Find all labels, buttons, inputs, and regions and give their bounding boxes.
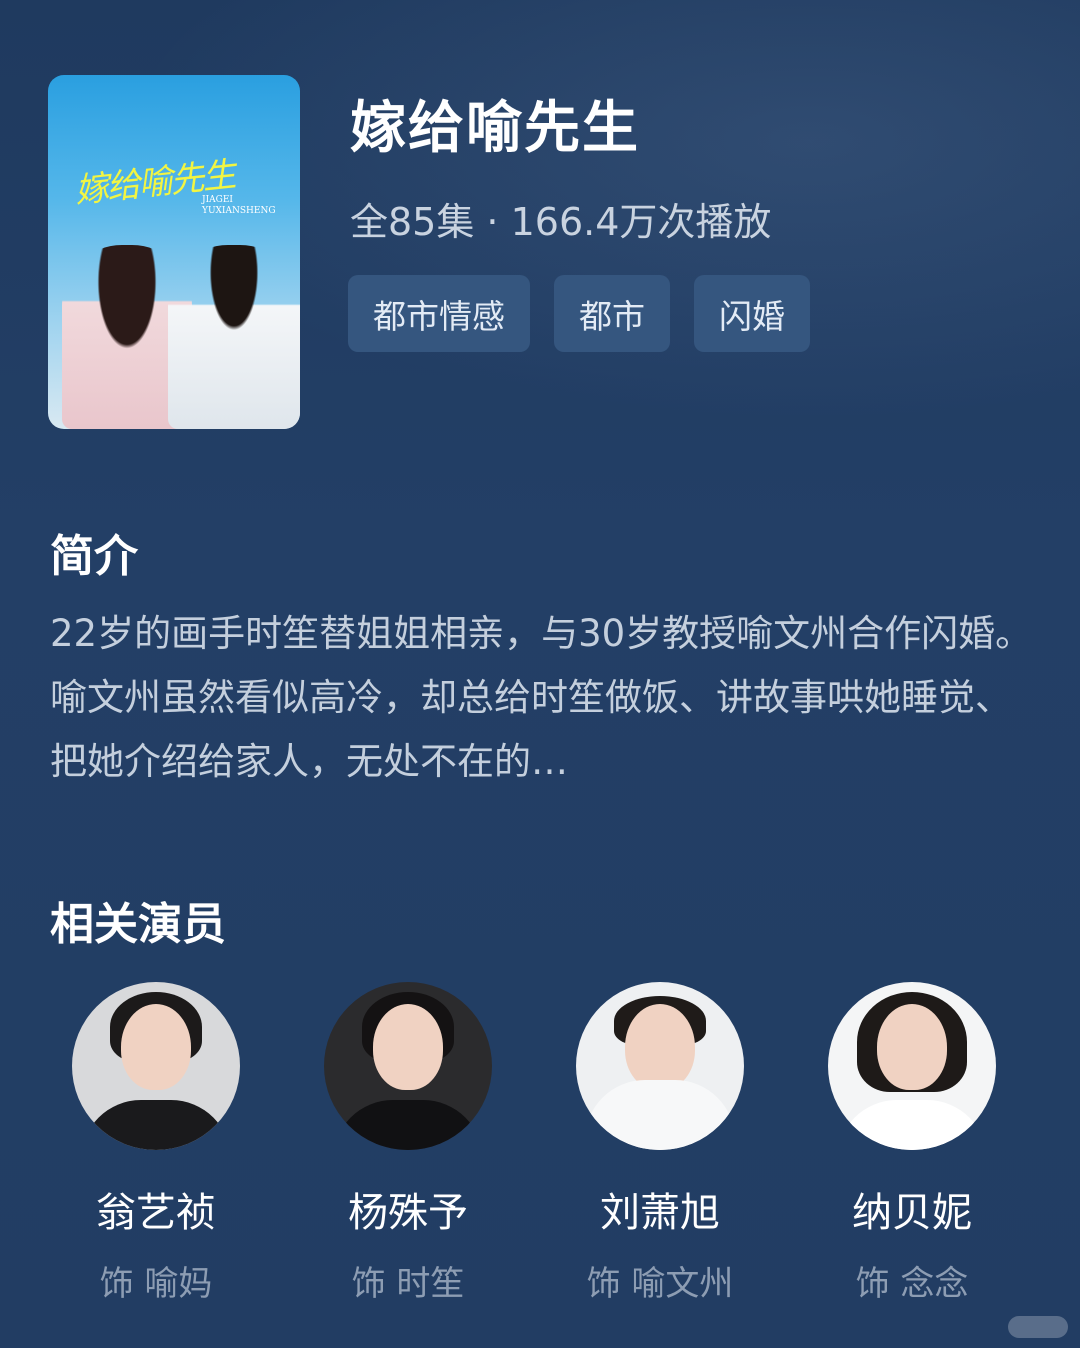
cast-role: 饰 时笙 xyxy=(351,1264,465,1304)
tag-urban[interactable]: 都市 xyxy=(554,275,670,352)
drama-header: 嫁给喻先生 JIAGEI YUXIANSHENG 嫁给喻先生 全85集 · 16… xyxy=(48,75,1032,430)
tag-urban-romance[interactable]: 都市情感 xyxy=(348,275,530,352)
cast-name: 翁艺祯 xyxy=(96,1190,216,1236)
tag-flash-marriage[interactable]: 闪婚 xyxy=(694,275,810,352)
avatar[interactable] xyxy=(828,982,996,1150)
drama-title: 嫁给喻先生 xyxy=(350,96,640,161)
watermark xyxy=(1008,1316,1068,1338)
cast-member[interactable]: 纳贝妮 饰 念念 xyxy=(786,982,1038,1305)
intro-heading: 简介 xyxy=(50,531,138,582)
cast-name: 刘萧旭 xyxy=(600,1190,720,1236)
poster-figure-male xyxy=(168,245,300,429)
drama-meta: 全85集 · 166.4万次播放 xyxy=(350,200,772,244)
intro-text[interactable]: 22岁的画手时笙替姐姐相亲，与30岁教授喻文州合作闪婚。喻文州虽然看似高冷，却总… xyxy=(50,602,1035,794)
cast-list: 翁艺祯 饰 喻妈 杨殊予 饰 时笙 刘萧旭 饰 喻文州 纳贝妮 饰 念念 xyxy=(30,982,1040,1305)
cast-heading: 相关演员 xyxy=(50,899,226,950)
avatar[interactable] xyxy=(324,982,492,1150)
tag-list: 都市情感 都市 闪婚 xyxy=(348,275,810,352)
cast-member[interactable]: 刘萧旭 饰 喻文州 xyxy=(534,982,786,1305)
poster-subtitle: JIAGEI YUXIANSHENG xyxy=(202,195,276,216)
cast-role: 饰 念念 xyxy=(855,1264,969,1304)
cast-role: 饰 喻文州 xyxy=(586,1264,734,1304)
cast-role: 饰 喻妈 xyxy=(99,1264,213,1304)
drama-poster[interactable]: 嫁给喻先生 JIAGEI YUXIANSHENG xyxy=(48,75,300,429)
avatar[interactable] xyxy=(576,982,744,1150)
cast-name: 杨殊予 xyxy=(348,1190,468,1236)
cast-member[interactable]: 翁艺祯 饰 喻妈 xyxy=(30,982,282,1305)
avatar[interactable] xyxy=(72,982,240,1150)
cast-name: 纳贝妮 xyxy=(852,1190,972,1236)
cast-member[interactable]: 杨殊予 饰 时笙 xyxy=(282,982,534,1305)
